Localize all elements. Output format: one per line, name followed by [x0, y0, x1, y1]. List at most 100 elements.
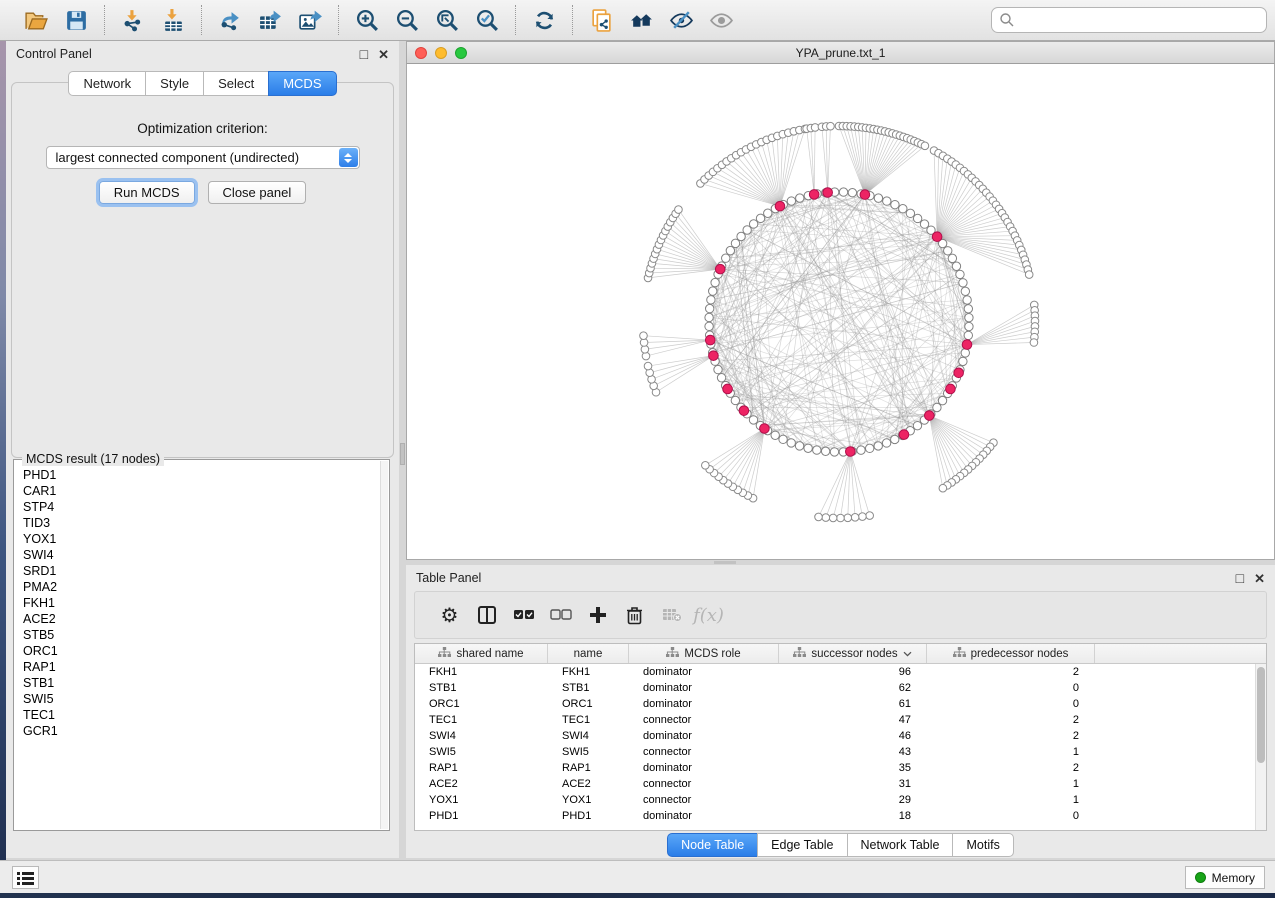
tab-network-table[interactable]: Network Table — [847, 833, 953, 857]
float-panel-icon[interactable]: □ — [1236, 571, 1244, 585]
table-row[interactable]: TEC1TEC1connector472 — [415, 712, 1266, 728]
mcds-result-item[interactable]: CAR1 — [23, 483, 380, 499]
close-panel-icon[interactable]: ✕ — [378, 48, 389, 61]
add-icon[interactable] — [579, 606, 616, 624]
cell-shared-name: YOX1 — [415, 792, 548, 808]
table-row[interactable]: ORC1ORC1dominator610 — [415, 696, 1266, 712]
search-input[interactable] — [991, 7, 1267, 33]
table-row[interactable]: SWI4SWI4dominator462 — [415, 728, 1266, 744]
tab-node-table[interactable]: Node Table — [667, 833, 757, 857]
mcds-result-item[interactable]: SWI5 — [23, 691, 380, 707]
splitter-grip[interactable] — [400, 443, 405, 465]
export-table-button[interactable] — [250, 4, 290, 36]
cell-name: SWI4 — [548, 728, 629, 744]
table-row[interactable]: RAP1RAP1dominator352 — [415, 760, 1266, 776]
mcds-result-item[interactable]: ACE2 — [23, 611, 380, 627]
tab-mcds[interactable]: MCDS — [268, 71, 336, 96]
table-row[interactable]: STB1STB1dominator620 — [415, 680, 1266, 696]
mcds-result-item[interactable]: PHD1 — [23, 467, 380, 483]
mcds-result-item[interactable]: FKH1 — [23, 595, 380, 611]
cell-MCDS-role: dominator — [629, 664, 779, 680]
cell-successor-nodes: 18 — [779, 808, 927, 824]
import-table-button[interactable] — [153, 4, 193, 36]
network-canvas[interactable] — [406, 64, 1275, 560]
mcds-result-item[interactable]: SRD1 — [23, 563, 380, 579]
gear-icon[interactable]: ⚙ — [431, 603, 468, 628]
network-graph[interactable] — [407, 64, 1274, 558]
column-header-name[interactable]: name — [548, 644, 629, 663]
table-row[interactable]: FKH1FKH1dominator962 — [415, 664, 1266, 680]
table-row[interactable]: ACE2ACE2connector311 — [415, 776, 1266, 792]
mcds-result-item[interactable]: STB1 — [23, 675, 380, 691]
vertical-splitter[interactable] — [399, 41, 406, 858]
mcds-result-item[interactable]: PMA2 — [23, 579, 380, 595]
run-mcds-button[interactable]: Run MCDS — [99, 181, 195, 204]
splitter-grip[interactable] — [714, 561, 736, 564]
mcds-result-item[interactable]: RAP1 — [23, 659, 380, 675]
mcds-result-item[interactable]: YOX1 — [23, 531, 380, 547]
cell-shared-name: ACE2 — [415, 776, 548, 792]
tab-edge-table[interactable]: Edge Table — [757, 833, 846, 857]
tab-network[interactable]: Network — [68, 71, 145, 96]
cell-predecessor-nodes: 0 — [927, 696, 1095, 712]
open-session-button[interactable] — [16, 4, 56, 36]
cell-name: PHD1 — [548, 808, 629, 824]
dropdown-stepper-icon — [339, 148, 358, 167]
export-image-button[interactable] — [290, 4, 330, 36]
mcds-result-item[interactable]: TID3 — [23, 515, 380, 531]
column-header-successor-nodes[interactable]: successor nodes — [779, 644, 927, 663]
mcds-result-item[interactable]: GCR1 — [23, 723, 380, 739]
cell-shared-name: PHD1 — [415, 808, 548, 824]
search-icon — [999, 12, 1015, 33]
table-row[interactable]: YOX1YOX1connector291 — [415, 792, 1266, 808]
table-scrollbar-thumb[interactable] — [1257, 667, 1265, 763]
close-panel-icon[interactable]: ✕ — [1254, 572, 1265, 585]
deselect-all-icon[interactable] — [542, 609, 579, 621]
table-panel-title: Table Panel — [416, 571, 481, 585]
criterion-dropdown[interactable]: largest connected component (undirected) — [46, 146, 360, 169]
table-row[interactable]: PHD1PHD1dominator180 — [415, 808, 1266, 824]
export-network-button[interactable] — [210, 4, 250, 36]
zoom-in-button[interactable] — [347, 4, 387, 36]
network-window-titlebar[interactable]: YPA_prune.txt_1 — [406, 41, 1275, 64]
trash-icon[interactable] — [616, 606, 653, 625]
memory-button[interactable]: Memory — [1185, 866, 1265, 889]
column-header-predecessor-nodes[interactable]: predecessor nodes — [927, 644, 1095, 663]
zoom-out-button[interactable] — [387, 4, 427, 36]
task-history-button[interactable] — [12, 866, 39, 889]
first-neighbors-button[interactable] — [621, 4, 661, 36]
table-row[interactable]: SWI5SWI5connector431 — [415, 744, 1266, 760]
share-network-file-button[interactable] — [581, 4, 621, 36]
hide-selected-button[interactable] — [661, 4, 701, 36]
column-header-shared-name[interactable]: shared name — [415, 644, 548, 663]
tab-select[interactable]: Select — [203, 71, 268, 96]
tab-style[interactable]: Style — [145, 71, 203, 96]
show-all-button[interactable] — [701, 4, 741, 36]
close-panel-button[interactable]: Close panel — [208, 181, 307, 204]
cell-successor-nodes: 62 — [779, 680, 927, 696]
control-panel: Control Panel □ ✕ NetworkStyleSelectMCDS… — [6, 41, 399, 858]
cell-MCDS-role: connector — [629, 744, 779, 760]
cell-MCDS-role: dominator — [629, 760, 779, 776]
select-all-icon[interactable] — [505, 609, 542, 621]
mcds-result-item[interactable]: STP4 — [23, 499, 380, 515]
columns-icon[interactable] — [468, 605, 505, 625]
zoom-fit-button[interactable] — [427, 4, 467, 36]
mcds-result-item[interactable]: ORC1 — [23, 643, 380, 659]
float-panel-icon[interactable]: □ — [360, 47, 368, 61]
mcds-result-item[interactable]: SWI4 — [23, 547, 380, 563]
result-scrollbar[interactable] — [380, 461, 388, 829]
cell-name: SWI5 — [548, 744, 629, 760]
refresh-layout-button[interactable] — [524, 4, 564, 36]
control-panel-title: Control Panel — [16, 47, 92, 61]
zoom-selected-button[interactable] — [467, 4, 507, 36]
tab-motifs[interactable]: Motifs — [952, 833, 1013, 857]
import-network-button[interactable] — [113, 4, 153, 36]
column-header-MCDS-role[interactable]: MCDS role — [629, 644, 779, 663]
mcds-result-item[interactable]: STB5 — [23, 627, 380, 643]
cell-name: RAP1 — [548, 760, 629, 776]
cell-name: ORC1 — [548, 696, 629, 712]
mcds-result-item[interactable]: TEC1 — [23, 707, 380, 723]
table-scrollbar[interactable] — [1255, 664, 1266, 830]
save-session-button[interactable] — [56, 4, 96, 36]
